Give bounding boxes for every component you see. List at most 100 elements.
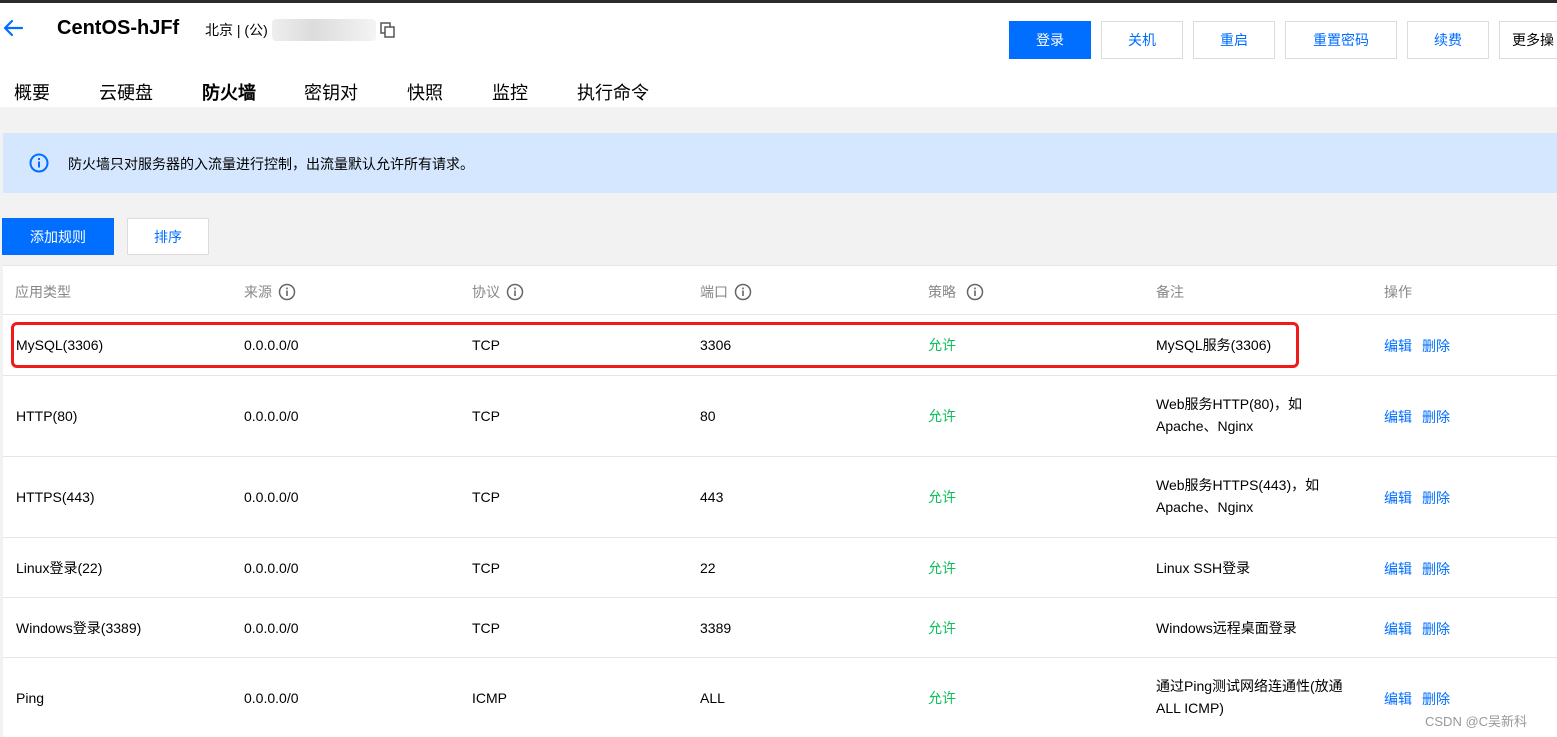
tab-cloud-disk[interactable]: 云硬盘 bbox=[99, 79, 153, 105]
column-header-actions: 操作 bbox=[1384, 282, 1412, 302]
column-header-app-type: 应用类型 bbox=[15, 282, 71, 302]
shutdown-button[interactable]: 关机 bbox=[1101, 21, 1183, 59]
cell-source: 0.0.0.0/0 bbox=[244, 408, 299, 424]
instance-header: CentOS-hJFf 北京 | (公) 登录 关机 重启 重置密码 续费 更多… bbox=[0, 3, 1557, 109]
delete-link[interactable]: 删除 bbox=[1422, 488, 1450, 508]
note-line: Linux SSH登录 bbox=[1156, 560, 1251, 576]
delete-link[interactable]: 删除 bbox=[1422, 619, 1450, 639]
cell-note: Linux SSH登录 bbox=[1156, 557, 1250, 579]
note-line: 通过Ping测试网络连通性(放通 bbox=[1156, 678, 1343, 694]
restart-button[interactable]: 重启 bbox=[1193, 21, 1275, 59]
column-header-note: 备注 bbox=[1156, 282, 1184, 302]
edit-link[interactable]: 编辑 bbox=[1384, 336, 1412, 356]
cell-policy: 允许 bbox=[928, 408, 956, 424]
note-line: MySQL服务(3306) bbox=[1156, 337, 1272, 353]
cell-protocol: TCP bbox=[472, 620, 500, 636]
cell-port: 443 bbox=[700, 489, 724, 505]
note-line: Web服务HTTP(80)，如 bbox=[1156, 396, 1302, 412]
login-button[interactable]: 登录 bbox=[1009, 21, 1091, 59]
cell-port: ALL bbox=[700, 690, 725, 706]
note-line: Apache、Nginx bbox=[1156, 499, 1254, 515]
cell-source: 0.0.0.0/0 bbox=[244, 690, 299, 706]
cell-app-type: MySQL(3306) bbox=[16, 337, 104, 353]
tab-monitor[interactable]: 监控 bbox=[492, 79, 528, 105]
column-label: 协议 bbox=[472, 284, 500, 300]
more-actions-button[interactable]: 更多操 bbox=[1499, 21, 1557, 59]
delete-link[interactable]: 删除 bbox=[1422, 559, 1450, 579]
column-label: 来源 bbox=[244, 284, 272, 300]
column-header-source: 来源 bbox=[244, 282, 296, 302]
renew-button[interactable]: 续费 bbox=[1407, 21, 1489, 59]
column-header-protocol: 协议 bbox=[472, 282, 524, 302]
reset-password-button[interactable]: 重置密码 bbox=[1285, 21, 1397, 59]
back-arrow-icon[interactable] bbox=[2, 17, 24, 39]
cell-policy: 允许 bbox=[928, 337, 956, 353]
cell-source: 0.0.0.0/0 bbox=[244, 620, 299, 636]
cell-source: 0.0.0.0/0 bbox=[244, 489, 299, 505]
firewall-content: 防火墙只对服务器的入流量进行控制，出流量默认允许所有请求。 添加规则 排序 应用… bbox=[0, 107, 1557, 737]
row-actions: 编辑 删除 bbox=[1384, 488, 1450, 508]
tab-execute-command[interactable]: 执行命令 bbox=[577, 79, 649, 105]
masked-ip-address bbox=[272, 19, 376, 41]
edit-link[interactable]: 编辑 bbox=[1384, 488, 1412, 508]
tab-overview[interactable]: 概要 bbox=[14, 79, 50, 105]
table-row: Linux登录(22) 0.0.0.0/0 TCP 22 允许 Linux SS… bbox=[3, 538, 1557, 598]
cell-protocol: TCP bbox=[472, 560, 500, 576]
cell-policy: 允许 bbox=[928, 560, 956, 576]
add-rule-button[interactable]: 添加规则 bbox=[2, 218, 114, 255]
column-label: 端口 bbox=[700, 284, 728, 300]
edit-link[interactable]: 编辑 bbox=[1384, 689, 1412, 709]
table-row: Windows登录(3389) 0.0.0.0/0 TCP 3389 允许 Wi… bbox=[3, 598, 1557, 658]
edit-link[interactable]: 编辑 bbox=[1384, 407, 1412, 427]
notice-text: 防火墙只对服务器的入流量进行控制，出流量默认允许所有请求。 bbox=[68, 156, 474, 172]
row-actions: 编辑 删除 bbox=[1384, 336, 1450, 356]
tab-snapshot[interactable]: 快照 bbox=[407, 79, 443, 105]
tab-firewall[interactable]: 防火墙 bbox=[202, 79, 256, 105]
sort-button[interactable]: 排序 bbox=[127, 218, 209, 255]
table-row: MySQL(3306) 0.0.0.0/0 TCP 3306 允许 MySQL服… bbox=[3, 315, 1557, 376]
info-icon bbox=[29, 153, 49, 173]
column-label: 应用类型 bbox=[15, 284, 71, 300]
delete-link[interactable]: 删除 bbox=[1422, 407, 1450, 427]
copy-icon[interactable] bbox=[380, 22, 395, 38]
cell-app-type: Windows登录(3389) bbox=[16, 620, 142, 636]
column-label: 操作 bbox=[1384, 284, 1412, 300]
delete-link[interactable]: 删除 bbox=[1422, 689, 1450, 709]
edit-link[interactable]: 编辑 bbox=[1384, 559, 1412, 579]
note-line: Apache、Nginx bbox=[1156, 418, 1254, 434]
cell-source: 0.0.0.0/0 bbox=[244, 560, 299, 576]
cell-policy: 允许 bbox=[928, 620, 956, 636]
cell-port: 3306 bbox=[700, 337, 732, 353]
cell-protocol: TCP bbox=[472, 337, 500, 353]
cell-protocol: TCP bbox=[472, 408, 500, 424]
instance-title: CentOS-hJFf bbox=[57, 17, 180, 39]
row-actions: 编辑 删除 bbox=[1384, 689, 1450, 709]
column-label: 策略 bbox=[928, 284, 956, 300]
cell-protocol: TCP bbox=[472, 489, 500, 505]
info-circle-icon[interactable] bbox=[278, 283, 296, 301]
tab-key-pair[interactable]: 密钥对 bbox=[304, 79, 358, 105]
info-circle-icon[interactable] bbox=[506, 283, 524, 301]
instance-region: 北京 | (公) bbox=[205, 22, 268, 38]
row-actions: 编辑 删除 bbox=[1384, 619, 1450, 639]
cell-port: 80 bbox=[700, 408, 716, 424]
cell-note: 通过Ping测试网络连通性(放通 ALL ICMP) bbox=[1156, 675, 1343, 719]
delete-link[interactable]: 删除 bbox=[1422, 336, 1450, 356]
watermark: CSDN @C吴新科 bbox=[1425, 714, 1528, 729]
cell-note: Web服务HTTP(80)，如 Apache、Nginx bbox=[1156, 393, 1302, 437]
table-header: 应用类型 来源 协议 端口 策略 备注 操作 bbox=[3, 266, 1557, 315]
note-line: ALL ICMP) bbox=[1156, 700, 1224, 716]
cell-app-type: HTTP(80) bbox=[16, 408, 78, 424]
edit-link[interactable]: 编辑 bbox=[1384, 619, 1412, 639]
cell-source: 0.0.0.0/0 bbox=[244, 337, 299, 353]
note-line: Web服务HTTPS(443)，如 bbox=[1156, 477, 1320, 493]
cell-policy: 允许 bbox=[928, 690, 956, 706]
cell-note: MySQL服务(3306) bbox=[1156, 334, 1271, 356]
info-circle-icon[interactable] bbox=[734, 283, 752, 301]
cell-protocol: ICMP bbox=[472, 690, 507, 706]
info-circle-icon[interactable] bbox=[966, 283, 984, 301]
row-actions: 编辑 删除 bbox=[1384, 407, 1450, 427]
firewall-rules-table: 应用类型 来源 协议 端口 策略 备注 操作 MySQL(3306) 0.0.0… bbox=[3, 265, 1557, 737]
cell-app-type: Linux登录(22) bbox=[16, 560, 103, 576]
note-line: Windows远程桌面登录 bbox=[1156, 620, 1297, 636]
